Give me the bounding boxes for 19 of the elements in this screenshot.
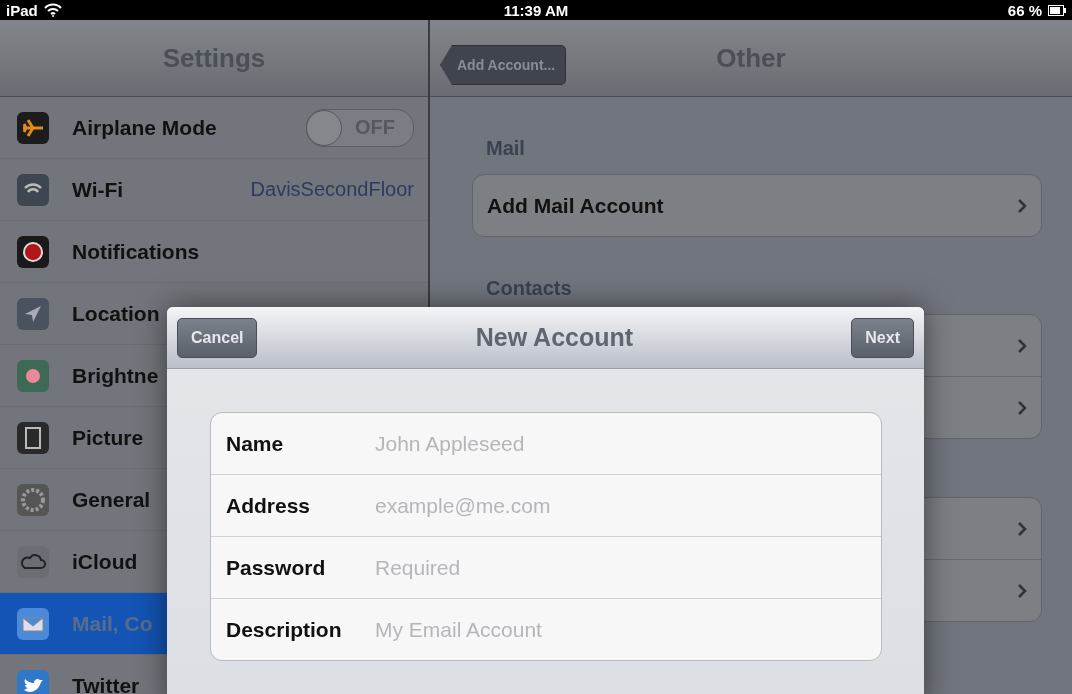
field-label: Password <box>226 555 327 580</box>
clock-time: 11:39 AM <box>503 1 569 19</box>
field-label: Name <box>226 431 285 456</box>
settings-item-label: Twitter <box>72 673 140 694</box>
field-label: Description <box>226 617 343 642</box>
battery-percent: 66 % <box>1007 1 1042 19</box>
device-name: iPad <box>6 1 38 19</box>
settings-item-label: Brightne <box>72 363 159 388</box>
field-label: Address <box>226 493 312 518</box>
wifi-network-name: DavisSecondFloor <box>250 178 414 201</box>
settings-item-label: Picture <box>72 425 144 450</box>
settings-item-label: Wi-Fi <box>72 177 124 202</box>
settings-item-label: Mail, Co <box>72 611 153 636</box>
settings-item-label: Location <box>72 301 160 326</box>
settings-item-label: General <box>72 487 151 512</box>
settings-item-label: Airplane Mode <box>72 115 217 140</box>
dialog-title: New Account <box>475 323 634 352</box>
settings-item-label: iCloud <box>72 549 138 574</box>
settings-item-label: Notifications <box>72 239 200 264</box>
